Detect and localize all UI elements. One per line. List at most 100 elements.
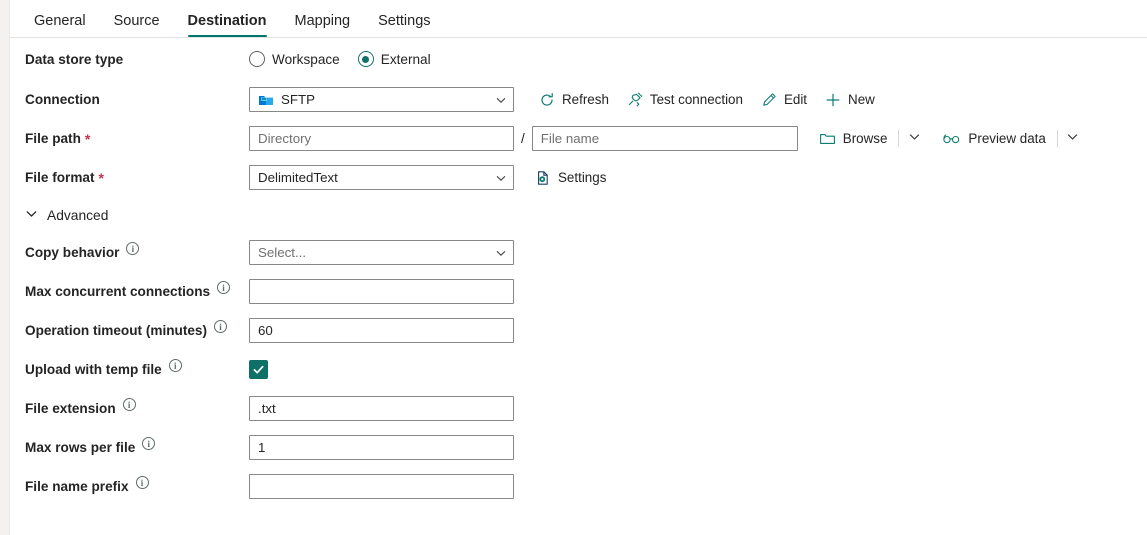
radio-workspace-dot — [249, 51, 265, 67]
plug-icon — [627, 92, 643, 108]
connection-command-bar: Refresh Test connection — [530, 88, 884, 112]
max-rows-per-file-controls — [249, 435, 514, 460]
upload-with-temp-file-checkbox[interactable] — [249, 360, 268, 379]
test-connection-button[interactable]: Test connection — [618, 88, 752, 112]
label-max-rows-per-file: Max rows per file i — [25, 440, 249, 455]
sftp-connection-icon — [258, 92, 274, 108]
row-max-concurrent-connections: Max concurrent connections i — [10, 272, 1147, 311]
tab-source[interactable]: Source — [100, 14, 174, 38]
browse-chevron-button[interactable] — [901, 126, 927, 151]
file-extension-input[interactable] — [249, 396, 514, 421]
operation-timeout-label-text: Operation timeout (minutes) — [25, 323, 207, 338]
required-asterisk: * — [85, 132, 90, 146]
glasses-icon — [942, 131, 961, 147]
max-concurrent-connections-input[interactable] — [249, 279, 514, 304]
file-extension-controls — [249, 396, 514, 421]
upload-with-temp-file-label-text: Upload with temp file — [25, 362, 162, 377]
preview-data-label: Preview data — [968, 131, 1045, 146]
refresh-button[interactable]: Refresh — [530, 88, 618, 112]
chevron-down-icon — [495, 172, 507, 184]
max-rows-per-file-label-text: Max rows per file — [25, 440, 135, 455]
file-path-controls: / Browse — [249, 126, 1086, 151]
row-operation-timeout: Operation timeout (minutes) i — [10, 311, 1147, 350]
row-copy-behavior: Copy behavior i Select... — [10, 233, 1147, 272]
radio-external[interactable]: External — [358, 51, 431, 67]
row-upload-with-temp-file: Upload with temp file i — [10, 350, 1147, 389]
row-file-format: File format * DelimitedText — [10, 158, 1147, 197]
info-icon[interactable]: i — [214, 320, 227, 333]
tab-general[interactable]: General — [20, 14, 100, 38]
tab-mapping[interactable]: Mapping — [281, 14, 365, 38]
connection-dropdown[interactable]: SFTP — [249, 87, 514, 112]
edit-button[interactable]: Edit — [752, 88, 816, 112]
directory-input[interactable] — [249, 126, 514, 151]
label-file-name-prefix: File name prefix i — [25, 479, 249, 494]
label-connection: Connection — [25, 92, 249, 107]
preview-data-button[interactable]: Preview data — [933, 127, 1054, 151]
info-icon[interactable]: i — [169, 359, 182, 372]
max-concurrent-connections-controls — [249, 279, 514, 304]
connection-value: SFTP — [281, 92, 495, 107]
connection-controls: SFTP Refresh — [249, 87, 884, 112]
advanced-label: Advanced — [47, 208, 108, 223]
test-connection-label: Test connection — [650, 92, 743, 107]
row-file-path: File path * / Browse — [10, 119, 1147, 158]
copy-behavior-dropdown[interactable]: Select... — [249, 240, 514, 265]
chevron-down-icon — [908, 130, 921, 148]
destination-settings-pane: General Source Destination Mapping Setti… — [0, 0, 1147, 535]
copy-behavior-controls: Select... — [249, 240, 514, 265]
file-path-label-text: File path — [25, 131, 81, 146]
tab-settings[interactable]: Settings — [364, 14, 444, 38]
label-upload-with-temp-file: Upload with temp file i — [25, 362, 249, 377]
file-name-prefix-input[interactable] — [249, 474, 514, 499]
row-connection: Connection SFTP — [10, 80, 1147, 119]
info-icon[interactable]: i — [136, 476, 149, 489]
path-separator: / — [521, 131, 525, 146]
format-settings-label: Settings — [558, 170, 606, 185]
preview-data-chevron-button[interactable] — [1060, 126, 1086, 151]
tab-destination[interactable]: Destination — [174, 14, 281, 38]
file-format-command-bar: Settings — [526, 166, 615, 190]
file-format-dropdown[interactable]: DelimitedText — [249, 165, 514, 190]
plus-icon — [825, 92, 841, 108]
new-button[interactable]: New — [816, 88, 884, 112]
operation-timeout-controls — [249, 318, 514, 343]
radio-workspace-label: Workspace — [272, 52, 340, 67]
max-rows-per-file-input[interactable] — [249, 435, 514, 460]
browse-button[interactable]: Browse — [810, 127, 897, 151]
upload-with-temp-file-controls — [249, 360, 268, 379]
destination-form: Data store type Workspace External Conne… — [10, 38, 1147, 535]
file-format-label-text: File format — [25, 170, 95, 185]
label-operation-timeout: Operation timeout (minutes) i — [25, 323, 249, 338]
file-extension-label-text: File extension — [25, 401, 116, 416]
chevron-down-icon — [495, 247, 507, 259]
browse-label: Browse — [843, 131, 888, 146]
connection-label-text: Connection — [25, 92, 100, 107]
folder-icon — [819, 131, 836, 147]
file-format-controls: DelimitedText — [249, 165, 615, 190]
info-icon[interactable]: i — [217, 281, 230, 294]
radio-workspace[interactable]: Workspace — [249, 51, 340, 67]
format-settings-button[interactable]: Settings — [526, 166, 615, 190]
row-file-extension: File extension i — [10, 389, 1147, 428]
info-icon[interactable]: i — [126, 242, 139, 255]
data-store-type-radio-group: Workspace External — [249, 51, 431, 67]
required-asterisk: * — [99, 171, 104, 185]
file-name-prefix-controls — [249, 474, 514, 499]
label-data-store-type: Data store type — [25, 52, 249, 67]
label-file-format: File format * — [25, 170, 249, 185]
file-name-input[interactable] — [532, 126, 798, 151]
advanced-section-toggle[interactable]: Advanced — [10, 197, 160, 233]
edit-label: Edit — [784, 92, 807, 107]
label-file-path: File path * — [25, 131, 249, 146]
file-format-value: DelimitedText — [258, 170, 495, 185]
chevron-down-icon — [1066, 130, 1079, 148]
row-file-name-prefix: File name prefix i — [10, 467, 1147, 506]
document-settings-icon — [535, 170, 551, 186]
info-icon[interactable]: i — [123, 398, 136, 411]
info-icon[interactable]: i — [142, 437, 155, 450]
operation-timeout-input[interactable] — [249, 318, 514, 343]
label-file-extension: File extension i — [25, 401, 249, 416]
file-name-prefix-label-text: File name prefix — [25, 479, 129, 494]
divider — [898, 130, 899, 147]
